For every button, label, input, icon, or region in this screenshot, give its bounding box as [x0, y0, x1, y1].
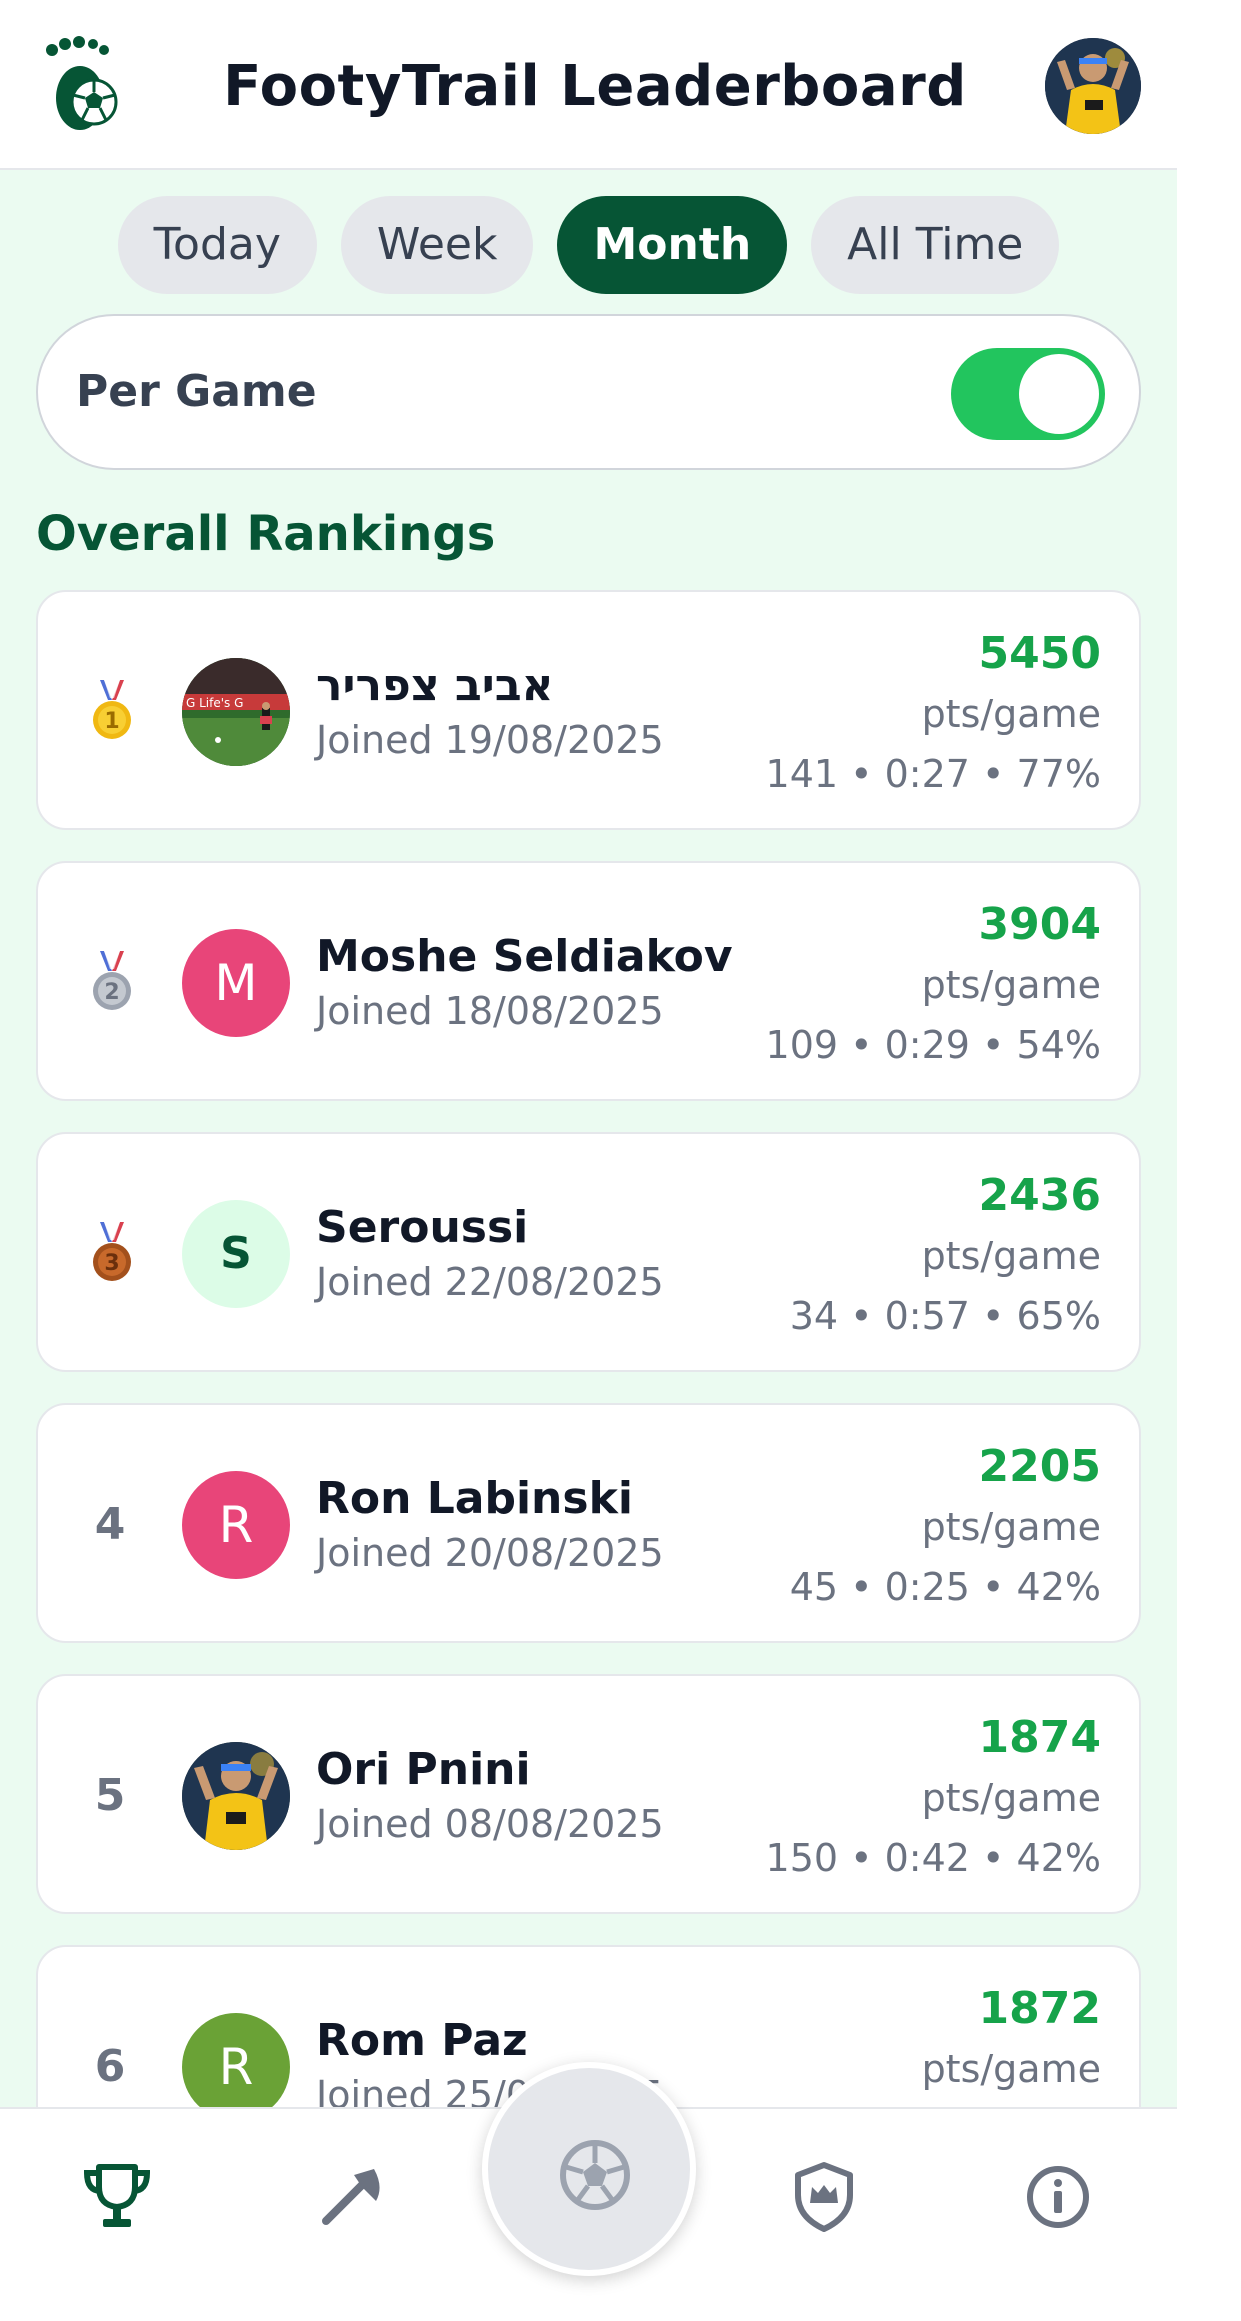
per-game-switch[interactable] [951, 348, 1105, 440]
page-title: FootyTrail Leaderboard [223, 54, 967, 119]
rank-number: 4 [94, 1499, 126, 1550]
player-name: Ori Pnini [316, 1744, 531, 1795]
score-unit: pts/game [921, 963, 1101, 1007]
shield-crown-icon[interactable] [784, 2157, 864, 2237]
silver-medal-icon: 2 [92, 951, 132, 1013]
per-game-toggle-card: Per Game [36, 314, 1141, 470]
play-soccer-ball-button[interactable] [482, 2062, 696, 2276]
tab-today[interactable]: Today [117, 196, 317, 294]
svg-text:G Life's G: G Life's G [186, 696, 243, 710]
axe-icon[interactable] [314, 2157, 394, 2237]
soccer-ball-icon [560, 2140, 630, 2210]
ranking-row[interactable]: 5 Ori Pnini Joined 08/08/2025 1874 pts/g… [36, 1674, 1141, 1914]
player-score: 2436 [978, 1170, 1101, 1221]
app-header: FootyTrail Leaderboard [0, 0, 1177, 170]
rank-number: 5 [94, 1770, 126, 1821]
player-stats: 45 • 0:25 • 42% [789, 1565, 1101, 1609]
player-joined-date: Joined 20/08/2025 [316, 1531, 664, 1575]
player-stats: 34 • 0:57 • 65% [789, 1294, 1101, 1338]
player-score: 5450 [978, 628, 1101, 679]
svg-text:2: 2 [104, 980, 119, 1005]
player-avatar: G Life's G [182, 658, 290, 766]
ranking-row[interactable]: 1 G Life's G אביב צפריר Joined 19/08/202… [36, 590, 1141, 830]
score-unit: pts/game [921, 1234, 1101, 1278]
player-avatar: R [182, 2013, 290, 2121]
info-icon[interactable] [1018, 2157, 1098, 2237]
player-score: 1872 [978, 1983, 1101, 2034]
player-stats: 109 • 0:29 • 54% [765, 1023, 1101, 1067]
player-stats: 150 • 0:42 • 42% [765, 1836, 1101, 1880]
user-avatar[interactable] [1045, 38, 1141, 134]
leaderboard-screen: FootyTrail Leaderboard Today Week Month … [0, 0, 1177, 2321]
player-avatar: R [182, 1471, 290, 1579]
player-avatar: M [182, 929, 290, 1037]
player-joined-date: Joined 18/08/2025 [316, 989, 664, 1033]
ranking-row[interactable]: 3 S Seroussi Joined 22/08/2025 2436 pts/… [36, 1132, 1141, 1372]
svg-text:3: 3 [104, 1251, 119, 1276]
section-title: Overall Rankings [36, 506, 496, 562]
player-avatar: S [182, 1200, 290, 1308]
trophy-icon[interactable] [77, 2157, 157, 2237]
player-score: 2205 [978, 1441, 1101, 1492]
score-unit: pts/game [921, 2047, 1101, 2091]
score-unit: pts/game [921, 1505, 1101, 1549]
page-margin [1177, 0, 1241, 2321]
player-name: אביב צפריר [316, 660, 554, 711]
player-name: Rom Paz [316, 2015, 528, 2066]
player-score: 3904 [978, 899, 1101, 950]
tab-week[interactable]: Week [340, 196, 534, 294]
player-joined-date: Joined 22/08/2025 [316, 1260, 664, 1304]
svg-text:1: 1 [104, 709, 119, 734]
rank-number: 6 [94, 2041, 126, 2092]
score-unit: pts/game [921, 1776, 1101, 1820]
player-joined-date: Joined 19/08/2025 [316, 718, 664, 762]
tab-month[interactable]: Month [557, 196, 788, 294]
player-joined-date: Joined 08/08/2025 [316, 1802, 664, 1846]
player-name: Moshe Seldiakov [316, 931, 733, 982]
score-unit: pts/game [921, 692, 1101, 736]
ranking-row[interactable]: 2 M Moshe Seldiakov Joined 18/08/2025 39… [36, 861, 1141, 1101]
player-avatar [182, 1742, 290, 1850]
footprint-logo-icon[interactable] [36, 36, 136, 136]
switch-knob [1019, 354, 1099, 434]
per-game-label: Per Game [76, 366, 317, 417]
tab-all-time[interactable]: All Time [811, 196, 1060, 294]
player-name: Ron Labinski [316, 1473, 633, 1524]
ranking-row[interactable]: 4 R Ron Labinski Joined 20/08/2025 2205 … [36, 1403, 1141, 1643]
player-stats: 141 • 0:27 • 77% [765, 752, 1101, 796]
bronze-medal-icon: 3 [92, 1222, 132, 1284]
player-name: Seroussi [316, 1202, 529, 1253]
gold-medal-icon: 1 [92, 680, 132, 742]
player-score: 1874 [978, 1712, 1101, 1763]
period-tabs: Today Week Month All Time [0, 196, 1177, 294]
